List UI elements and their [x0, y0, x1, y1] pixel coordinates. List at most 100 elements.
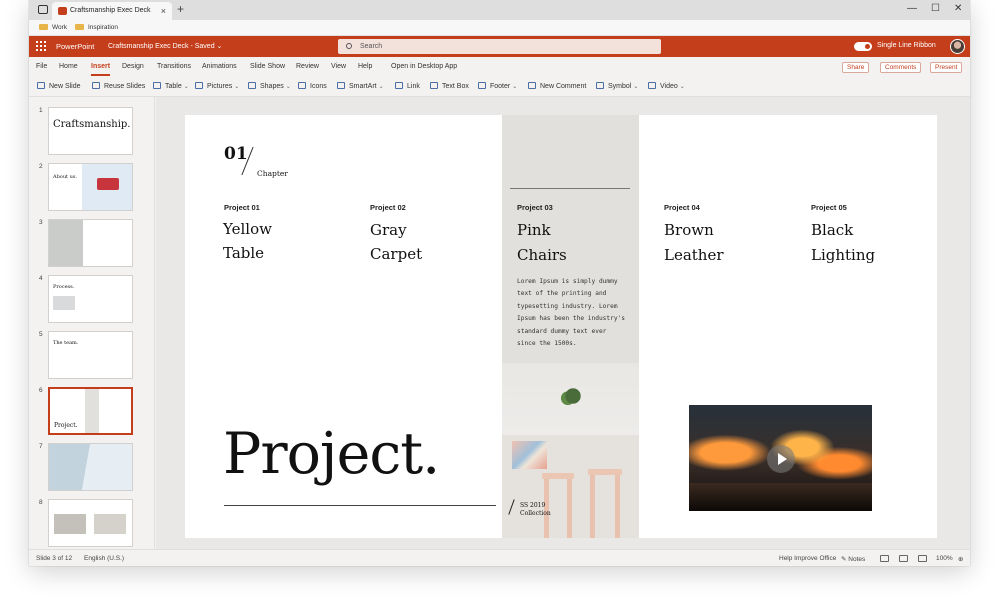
tab-title: Craftsmanship Exec Deck [70, 7, 151, 14]
toggle-label: Single Line Ribbon [877, 42, 936, 49]
tab-view[interactable]: View [331, 63, 346, 70]
bookmarks-bar: Work Inspiration [29, 20, 970, 36]
bookmark-work[interactable]: Work [39, 24, 67, 31]
new-slide-button[interactable]: New Slide [37, 82, 81, 90]
slide-sorter-icon[interactable] [899, 555, 908, 562]
table-button[interactable]: Table ⌄ [153, 82, 189, 90]
project-03-line1: Pink [517, 221, 551, 239]
title-underline [224, 505, 496, 506]
present-button[interactable]: Present [930, 62, 963, 73]
zoom-level[interactable]: 100% [936, 555, 953, 562]
slide-thumbnail-1[interactable]: Craftsmanship. [48, 107, 133, 155]
smartart-button[interactable]: SmartArt ⌄ [337, 82, 384, 90]
symbol-button[interactable]: Symbol ⌄ [596, 82, 638, 90]
play-icon[interactable] [767, 445, 795, 473]
tab-review[interactable]: Review [296, 63, 319, 70]
plant-image [560, 385, 586, 407]
new-comment-button[interactable]: New Comment [528, 82, 586, 90]
thumb-number: 8 [39, 499, 43, 506]
tab-help[interactable]: Help [358, 63, 372, 70]
comment-icon [528, 82, 536, 89]
thumb-number: 6 [39, 387, 43, 394]
photo-image [94, 514, 126, 534]
concert-video[interactable] [689, 405, 872, 511]
comments-button[interactable]: Comments [880, 62, 922, 73]
project-04-line2: Leather [664, 246, 724, 264]
chair-image [97, 178, 119, 190]
link-icon [395, 82, 403, 89]
thumb-number: 4 [39, 275, 43, 282]
app-bar: PowerPoint Craftsmanship Exec Deck - Sav… [29, 36, 970, 57]
shapes-button[interactable]: Shapes ⌄ [248, 82, 291, 90]
insert-toolbar: New Slide Reuse Slides Table ⌄ Pictures ⌄ … [29, 77, 970, 97]
grey-column [85, 389, 99, 433]
slide-thumbnail-2[interactable]: About us. [48, 163, 133, 211]
language-indicator[interactable]: English (U.S.) [84, 555, 124, 562]
normal-view-icon[interactable] [880, 555, 889, 562]
browser-tabstrip: Craftsmanship Exec Deck × + — ☐ ✕ [29, 0, 970, 20]
thumb-title: About us. [53, 174, 78, 180]
project-05-line1: Black [811, 221, 854, 239]
artwork-image [512, 441, 547, 469]
video-button[interactable]: Video ⌄ [648, 82, 685, 90]
tab-file[interactable]: File [36, 63, 47, 70]
current-slide[interactable]: 01 Chapter Project 01 Yellow Table Proje… [185, 115, 937, 538]
close-window-button[interactable]: ✕ [954, 3, 962, 14]
single-line-ribbon-toggle[interactable] [854, 42, 872, 51]
project-03-line2: Chairs [517, 246, 567, 264]
share-button[interactable]: Share [842, 62, 870, 73]
collection-caption: SS 2019 Collection [520, 502, 551, 517]
slide-thumbnail-4[interactable]: Process. [48, 275, 133, 323]
tab-animations[interactable]: Animations [202, 63, 237, 70]
icons-button[interactable]: Icons [298, 82, 327, 90]
link-button[interactable]: Link [395, 82, 420, 90]
slide-thumbnail-5[interactable]: The team. [48, 331, 133, 379]
bookmark-inspiration[interactable]: Inspiration [75, 24, 118, 31]
project-02-line1: Gray [370, 221, 407, 239]
tab-close-icon[interactable]: × [161, 2, 166, 20]
thumb-title: Craftsmanship. [53, 119, 131, 130]
document-title[interactable]: Craftsmanship Exec Deck - Saved ⌄ [108, 42, 222, 50]
window-icon[interactable] [38, 5, 48, 14]
text-box-button[interactable]: Text Box [430, 82, 469, 90]
video-icon [648, 82, 656, 89]
maximize-button[interactable]: ☐ [931, 3, 940, 14]
pictures-button[interactable]: Pictures ⌄ [195, 82, 239, 90]
notes-button[interactable]: ✎ Notes [841, 555, 865, 563]
search-input[interactable]: Search [338, 39, 661, 54]
project-02-label: Project 02 [370, 203, 406, 212]
slide-thumbnail-8[interactable] [48, 499, 133, 547]
new-tab-button[interactable]: + [177, 2, 184, 16]
tab-transitions[interactable]: Transitions [157, 63, 191, 70]
search-icon [346, 43, 352, 49]
open-desktop-app[interactable]: Open in Desktop App [391, 63, 457, 70]
minimize-button[interactable]: — [907, 3, 917, 14]
photo-image [54, 514, 86, 534]
tab-home[interactable]: Home [59, 63, 78, 70]
text-box-icon [430, 82, 438, 89]
avatar[interactable] [950, 39, 965, 54]
tab-design[interactable]: Design [122, 63, 144, 70]
reuse-slides-button[interactable]: Reuse Slides [92, 82, 145, 90]
slide-thumbnail-6[interactable]: Project. [48, 387, 133, 435]
app-launcher-icon[interactable] [36, 41, 46, 51]
ribbon-tabs: File Home Insert Design Transitions Anim… [29, 57, 970, 77]
project-01-line2: Table [223, 244, 265, 262]
thumb-title: Process. [53, 284, 75, 290]
photo-image [49, 220, 83, 266]
thumb-number: 7 [39, 443, 43, 450]
reading-view-icon[interactable] [918, 555, 927, 562]
table-icon [153, 82, 161, 89]
slide-thumbnail-3[interactable] [48, 219, 133, 267]
thumb-number: 2 [39, 163, 43, 170]
tab-slide-show[interactable]: Slide Show [250, 63, 285, 70]
thumb-number: 5 [39, 331, 43, 338]
browser-tab[interactable]: Craftsmanship Exec Deck × [52, 2, 172, 20]
footer-button[interactable]: Footer ⌄ [478, 82, 517, 90]
tab-insert[interactable]: Insert [91, 63, 111, 76]
fit-slide-icon[interactable]: ⊕ [958, 555, 963, 563]
slide-thumbnail-7[interactable] [48, 443, 133, 491]
help-improve-office[interactable]: Help Improve Office [779, 555, 836, 562]
slide-counter: Slide 3 of 12 [36, 555, 73, 562]
app-name[interactable]: PowerPoint [56, 42, 94, 51]
